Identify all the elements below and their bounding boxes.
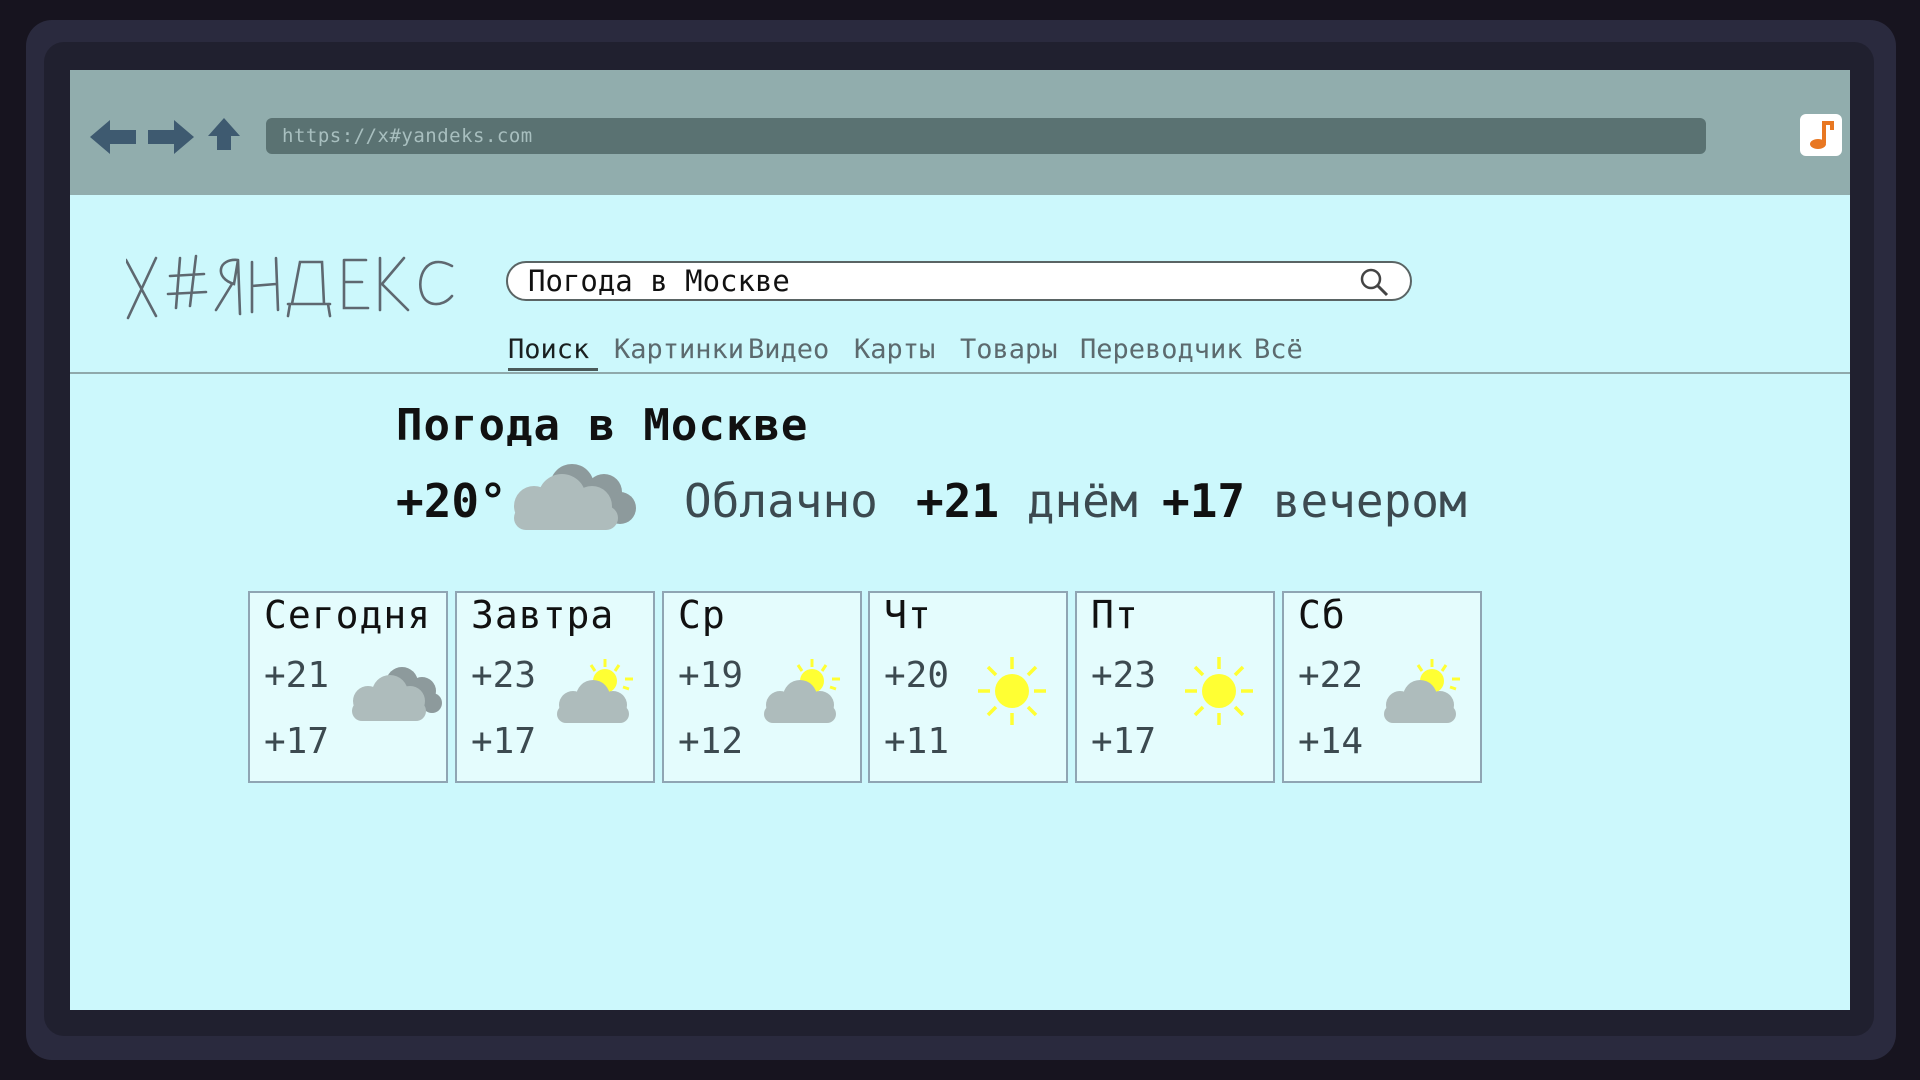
forecast-low: +11 [884, 721, 950, 762]
tab-video[interactable]: Видео [748, 334, 829, 365]
browser-screen: https://x#yandeks.com Погода в Москве По… [70, 70, 1850, 1010]
forecast-high: +21 [264, 655, 330, 696]
forecast-card-saturday[interactable]: Сб +22 +14 [1282, 591, 1482, 783]
forecast-day: Сегодня [264, 593, 432, 637]
header-divider [70, 372, 1850, 374]
forecast-card-friday[interactable]: Пт +23 +17 [1075, 591, 1275, 783]
day-temperature: +21 [916, 474, 1000, 528]
search-input[interactable]: Погода в Москве [506, 261, 1412, 301]
partly-cloudy-icon [764, 659, 840, 723]
current-condition: Облачно [684, 474, 878, 528]
tab-goods[interactable]: Товары [960, 334, 1058, 365]
address-bar[interactable]: https://x#yandeks.com [266, 118, 1706, 154]
evening-forecast: +17 вечером [1162, 474, 1467, 528]
evening-temperature: +17 [1162, 474, 1246, 528]
site-logo[interactable] [126, 248, 456, 328]
forecast-day: Чт [884, 593, 932, 637]
search-icon[interactable] [1358, 266, 1390, 298]
tab-all[interactable]: Всё [1254, 334, 1303, 365]
extension-button[interactable] [1800, 114, 1842, 156]
sun-icon [1185, 657, 1253, 725]
tab-translator[interactable]: Переводчик [1080, 334, 1243, 365]
day-label: днём [1026, 474, 1138, 528]
forecast-high: +20 [884, 655, 950, 696]
forecast-card-thursday[interactable]: Чт +20 +11 [868, 591, 1068, 783]
tab-search[interactable]: Поиск [508, 334, 589, 365]
cloud-icon [514, 464, 636, 530]
cloud-icon [352, 667, 442, 721]
forecast-high: +23 [471, 655, 537, 696]
partly-cloudy-icon [557, 659, 633, 723]
arrow-up-icon[interactable] [206, 116, 242, 158]
forecast-day: Ср [678, 593, 726, 637]
forecast-low: +17 [471, 721, 537, 762]
forecast-low: +14 [1298, 721, 1364, 762]
forecast-low: +12 [678, 721, 744, 762]
forecast-card-tomorrow[interactable]: Завтра +23 +17 [455, 591, 655, 783]
sun-icon [978, 657, 1046, 725]
weather-title: Погода в Москве [396, 400, 809, 451]
day-forecast: +21 днём [916, 474, 1138, 528]
current-temperature: +20° [396, 474, 507, 528]
arrow-right-icon[interactable] [146, 116, 194, 158]
forecast-high: +22 [1298, 655, 1364, 696]
forecast-card-wednesday[interactable]: Ср +19 +12 [662, 591, 862, 783]
forecast-card-today[interactable]: Сегодня +21 +17 [248, 591, 448, 783]
search-query: Погода в Москве [528, 264, 790, 298]
active-tab-indicator [508, 368, 598, 371]
partly-cloudy-icon [1384, 659, 1460, 723]
forecast-low: +17 [264, 721, 330, 762]
music-note-icon [1810, 121, 1834, 149]
forecast-day: Сб [1298, 593, 1346, 637]
forecast-low: +17 [1091, 721, 1157, 762]
forecast-day: Пт [1091, 593, 1139, 637]
browser-toolbar: https://x#yandeks.com [70, 70, 1850, 195]
arrow-left-icon[interactable] [90, 116, 138, 158]
tab-maps[interactable]: Карты [854, 334, 935, 365]
forecast-day: Завтра [471, 593, 615, 637]
forecast-high: +19 [678, 655, 744, 696]
evening-label: вечером [1272, 474, 1467, 528]
forecast-high: +23 [1091, 655, 1157, 696]
tab-images[interactable]: Картинки [614, 334, 744, 365]
